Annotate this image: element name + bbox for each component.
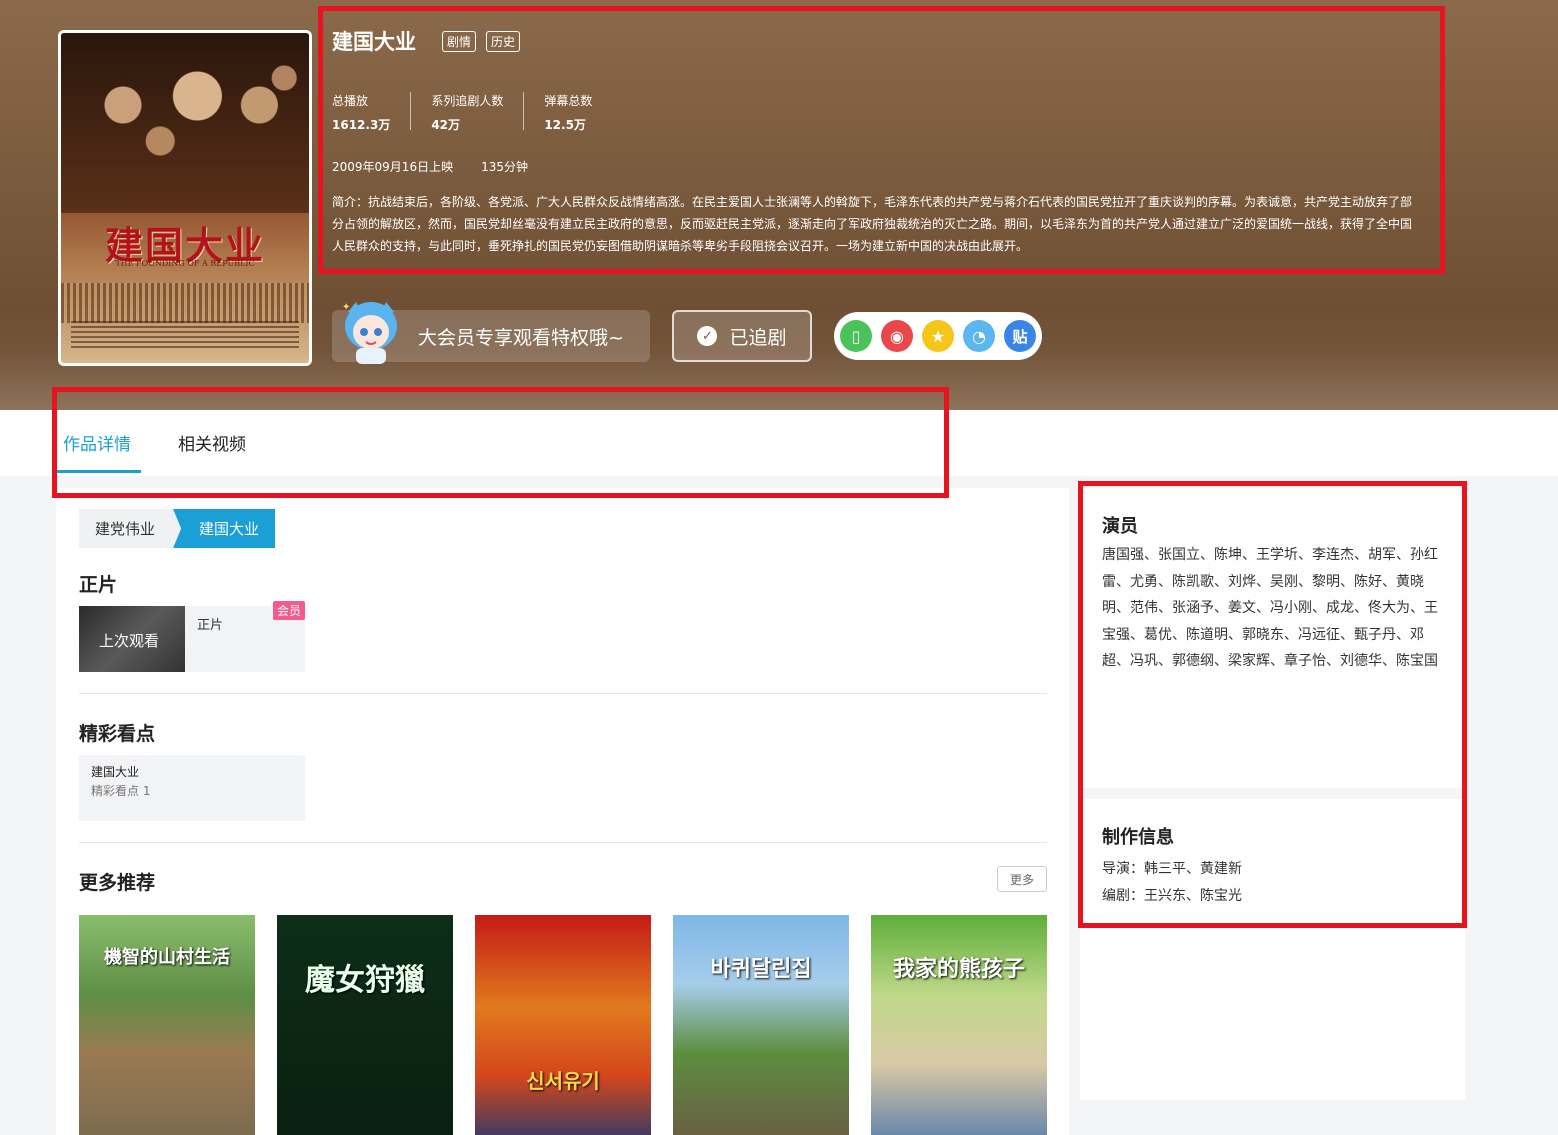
svg-text:✦: ✦ [342, 302, 350, 313]
annotation-box [318, 6, 1445, 274]
share-bar: ▯ ◉ ★ ◔ 贴 [834, 312, 1042, 360]
recommendation-card[interactable]: 바퀴달린집 [673, 915, 849, 1135]
action-row: ✦ 大会员专享观看特权哦~ ✓ 已追剧 ▯ ◉ ★ ◔ 贴 [332, 302, 1042, 364]
episode-thumbnail: 上次观看 [79, 606, 185, 672]
vip-badge: 会员 [272, 601, 305, 620]
recommendation-card[interactable]: 魔女狩獵 [277, 915, 453, 1135]
follow-button[interactable]: ✓ 已追剧 [672, 310, 812, 362]
recommendation-card[interactable]: 我家的熊孩子 [871, 915, 1047, 1135]
highlight-title: 建国大业 [91, 765, 140, 779]
more-button[interactable]: 更多 [997, 866, 1047, 892]
vip-privilege-button[interactable]: ✦ 大会员专享观看特权哦~ [332, 302, 650, 364]
recommendation-title: 魔女狩獵 [305, 963, 425, 998]
highlights-title: 精彩看点 [79, 723, 156, 745]
recommendation-title: 我家的熊孩子 [892, 957, 1025, 982]
divider [79, 693, 1047, 694]
series-switcher: 建党伟业 建国大业 [79, 509, 276, 548]
poster-faces [61, 33, 309, 213]
poster-crowd [61, 283, 309, 323]
follow-label: 已追剧 [729, 326, 787, 349]
qq-icon[interactable]: ◔ [963, 320, 995, 352]
episode-label: 正片 [197, 618, 224, 633]
series-item[interactable]: 建党伟业 [79, 509, 182, 548]
recommendations-title: 更多推荐 [79, 872, 156, 894]
weibo-icon[interactable]: ◉ [881, 320, 913, 352]
main-feature-title: 正片 [79, 574, 118, 596]
mobile-icon[interactable]: ▯ [840, 320, 872, 352]
series-item-current[interactable]: 建国大业 [173, 509, 276, 548]
recommendation-card[interactable]: 신서유기 [475, 915, 651, 1135]
qzone-icon[interactable]: ★ [922, 320, 954, 352]
recommendation-title: 機智的山村生活 [104, 947, 230, 968]
poster-credits [71, 321, 299, 349]
last-watched-label: 上次观看 [99, 632, 160, 650]
annotation-box [1078, 481, 1467, 928]
highlight-card[interactable]: 建国大业 精彩看点 1 [79, 755, 305, 821]
vip-label: 大会员专享观看特权哦~ [418, 326, 624, 349]
annotation-box [52, 387, 949, 498]
episode-card[interactable]: 上次观看 正片 会员 [79, 601, 305, 672]
mascot-icon: ✦ [342, 302, 397, 364]
recommendation-row: 機智的山村生活 魔女狩獵 신서유기 바퀴달린집 我家的熊孩子 [79, 915, 1047, 1135]
recommendation-title: 바퀴달린집 [710, 957, 812, 982]
recommendation-card[interactable]: 機智的山村生活 [79, 915, 255, 1135]
poster-subtitle: THE FOUNDING OF A REPUBLIC [115, 259, 255, 268]
poster-image[interactable]: 建国大业 THE FOUNDING OF A REPUBLIC [58, 30, 312, 366]
main-panel: 建党伟业 建国大业 正片 上次观看 正片 会员 精彩看点 建国大业 精彩看点 1… [56, 488, 1069, 1135]
tieba-icon[interactable]: 贴 [1004, 320, 1036, 352]
check-icon: ✓ [697, 326, 718, 346]
highlight-subtitle: 精彩看点 1 [91, 784, 151, 798]
recommendation-title: 신서유기 [526, 1069, 600, 1093]
divider [79, 842, 1047, 843]
